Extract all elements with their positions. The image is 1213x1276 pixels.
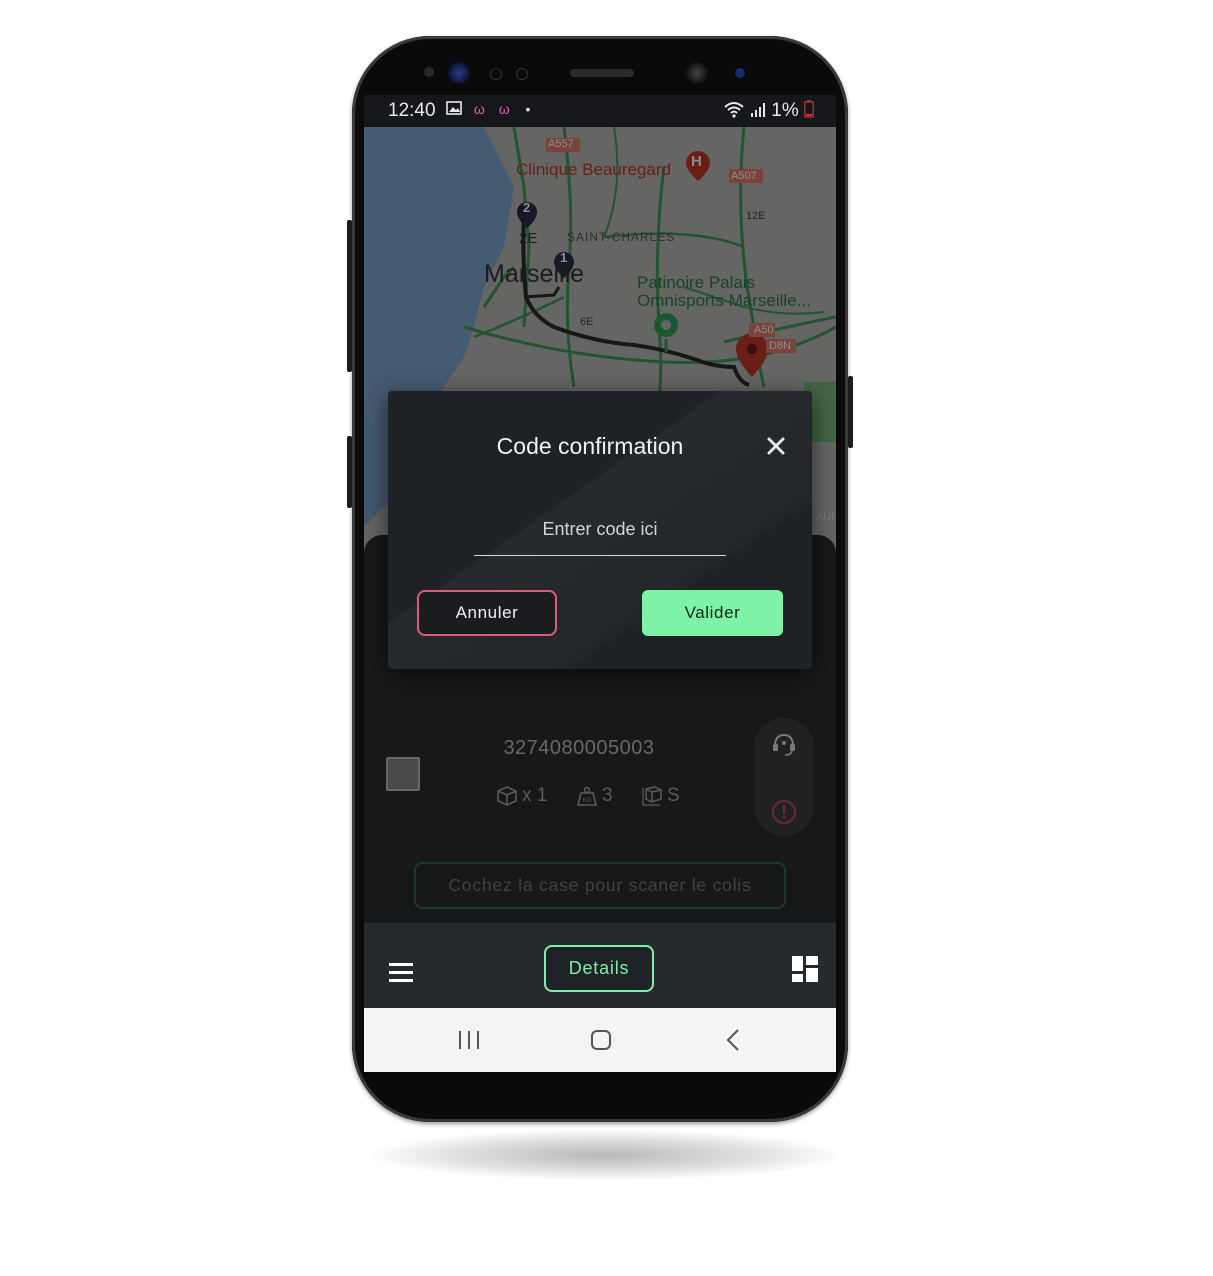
dialog-title: Code confirmation [496, 433, 684, 459]
proximity-sensor [490, 68, 502, 80]
wifi-icon [724, 102, 744, 118]
front-sensor [424, 67, 434, 77]
battery-icon [804, 100, 814, 118]
signal-icon [750, 103, 765, 117]
app-notification-icon: ω [498, 101, 510, 117]
battery-percent: 1% [771, 100, 799, 121]
code-input[interactable] [474, 503, 726, 556]
notification-icons: ω ω • [446, 101, 530, 117]
more-notifications-dot-icon: • [525, 101, 531, 117]
power-button [848, 376, 853, 448]
app-notification-icon: ω [473, 101, 485, 117]
status-time: 12:40 [388, 100, 436, 121]
phone-shadow [370, 1130, 840, 1180]
system-icons: 1% [723, 100, 814, 122]
android-nav-bar [364, 1008, 836, 1072]
back-icon[interactable] [724, 1028, 744, 1052]
iris-scanner [448, 62, 470, 84]
code-confirmation-dialog: Code confirmation Annuler Valider [388, 391, 812, 669]
image-icon [446, 101, 462, 115]
dashboard-grid-icon[interactable] [792, 956, 818, 982]
home-icon[interactable] [589, 1028, 613, 1052]
recent-apps-icon[interactable] [457, 1029, 481, 1051]
phone-screen: 12:40 ω ω • 1% A557 Clinique Beauregard … [364, 95, 836, 1072]
iris-led [735, 68, 745, 78]
details-button[interactable]: Details [544, 945, 654, 992]
close-icon[interactable] [765, 435, 787, 457]
light-sensor [516, 68, 528, 80]
status-bar: 12:40 ω ω • 1% [364, 95, 836, 127]
cancel-button[interactable]: Annuler [417, 590, 557, 636]
bixby-button [347, 436, 352, 508]
front-camera [686, 62, 708, 84]
validate-button[interactable]: Valider [642, 590, 783, 636]
volume-button [347, 220, 352, 372]
earpiece-speaker [570, 69, 634, 77]
hamburger-menu-icon[interactable] [389, 963, 413, 987]
